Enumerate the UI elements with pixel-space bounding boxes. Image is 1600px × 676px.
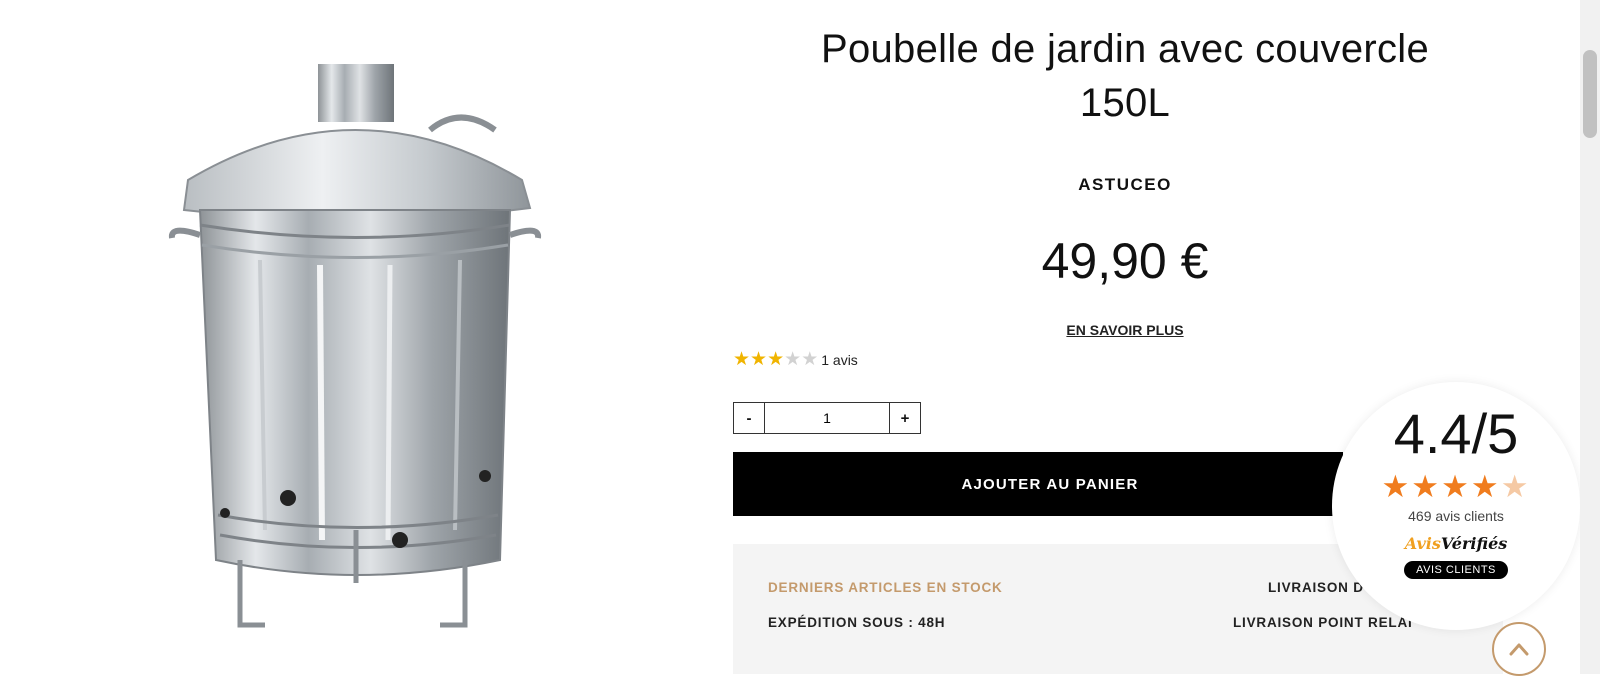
add-to-cart-button[interactable]: AJOUTER AU PANIER: [733, 452, 1343, 516]
half-star-icon: ★: [1500, 469, 1531, 504]
star-icon: ★: [733, 349, 751, 370]
logo-part-avis: Avis: [1404, 534, 1441, 553]
review-stars: ★★★★★: [1332, 470, 1580, 504]
product-brand[interactable]: ASTUCEO: [740, 175, 1510, 195]
star-icon: ★: [767, 349, 785, 370]
product-title-line1: Poubelle de jardin avec couvercle: [820, 27, 1430, 71]
quantity-stepper: - +: [733, 402, 921, 434]
logo-part-verifies: Vérifiés: [1440, 534, 1508, 553]
scroll-top-button[interactable]: [1492, 622, 1546, 676]
star-icon: ★: [801, 349, 819, 370]
reviews-widget[interactable]: 4.4/5 ★★★★★ 469 avis clients AvisVérifié…: [1332, 382, 1580, 630]
learn-more-link[interactable]: EN SAVOIR PLUS: [740, 322, 1510, 338]
star-icon: ★: [784, 349, 802, 370]
star-icon: ★: [1441, 469, 1471, 504]
star-icon: ★: [1411, 469, 1442, 504]
quantity-decrease-button[interactable]: -: [734, 403, 765, 433]
review-score: 4.4/5: [1393, 402, 1519, 465]
star-icon: ★: [1470, 469, 1501, 504]
relay-delivery-label: LIVRAISON POINT RELAI: [1233, 615, 1413, 630]
scrollbar-thumb[interactable]: [1583, 50, 1597, 138]
star-icon: ★: [1381, 469, 1412, 504]
review-count: 469 avis clients: [1408, 508, 1504, 524]
quantity-increase-button[interactable]: +: [889, 403, 920, 433]
avis-verifies-logo: AvisVérifiés: [1332, 534, 1580, 553]
rating-count: 1 avis: [821, 351, 858, 368]
galvanized-bin-image: [168, 64, 542, 628]
reviews-pill[interactable]: AVIS CLIENTS: [1404, 561, 1508, 579]
product-image[interactable]: [60, 60, 620, 640]
product-title-line2: 150L: [1079, 81, 1171, 125]
star-icon: ★: [750, 349, 768, 370]
product-rating[interactable]: ★ ★ ★ ★ ★ 1 avis: [733, 350, 858, 369]
stock-status: DERNIERS ARTICLES EN STOCK: [768, 580, 1003, 595]
shipping-time: EXPÉDITION SOUS : 48H: [768, 615, 946, 630]
home-delivery-label: LIVRAISON D: [1268, 580, 1364, 595]
chevron-up-icon: [1509, 643, 1529, 656]
product-price: 49,90 €: [1041, 233, 1209, 289]
page-scrollbar[interactable]: [1580, 0, 1600, 674]
product-title: Poubelle de jardin avec couvercle 150L: [740, 22, 1510, 130]
quantity-input[interactable]: [765, 403, 889, 433]
